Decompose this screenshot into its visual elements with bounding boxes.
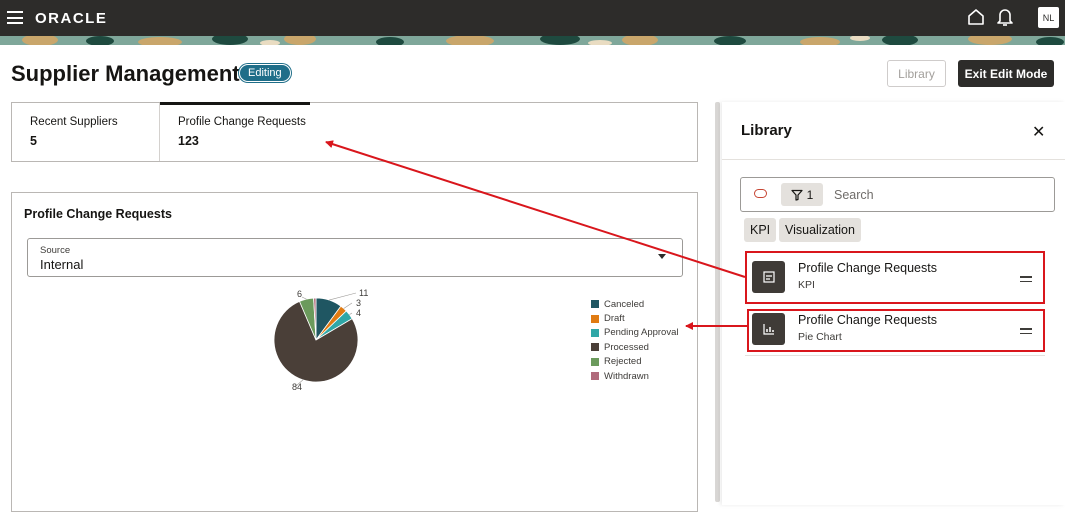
chart-legend: Canceled Draft Pending Approval Processed Re… [591,297,678,383]
search-placeholder[interactable]: Search [834,188,874,202]
app-header: ORACLE NL [0,0,1065,36]
decorative-banner [0,36,1065,45]
legend-item[interactable]: Draft [591,311,678,325]
pie-data-label: 3 [356,298,361,308]
pie-label-leader [343,302,353,309]
scrollbar[interactable] [715,102,720,502]
library-button[interactable]: Library [887,60,946,87]
kpi-label: Recent Suppliers [30,116,118,128]
pie-data-label: 4 [356,308,361,318]
pie-label-leader [349,312,353,315]
user-avatar[interactable]: NL [1038,7,1059,28]
legend-swatch [591,357,599,366]
source-label: Source [40,245,71,256]
oracle-logo: ORACLE [35,10,108,27]
filter-chip[interactable]: 1 [781,183,823,206]
exit-edit-mode-button[interactable]: Exit Edit Mode [958,60,1054,87]
library-title: Library [741,122,792,139]
chip-kpi[interactable]: KPI [744,218,777,242]
legend-item[interactable]: Pending Approval [591,326,678,340]
legend-item[interactable]: Withdrawn [591,369,678,383]
library-search[interactable]: 1 Search [740,177,1055,212]
highlight-box [747,309,1045,352]
kpi-tab-recent-suppliers[interactable]: Recent Suppliers 5 [12,103,160,161]
legend-label: Withdrawn [604,370,649,382]
legend-label: Processed [604,341,649,353]
menu-icon[interactable] [7,11,23,24]
legend-swatch [591,300,599,309]
kpi-label: Profile Change Requests [178,116,306,128]
highlight-box [745,251,1045,304]
legend-swatch [591,343,599,352]
clear-filter-icon[interactable] [754,189,767,198]
filter-icon [791,189,803,201]
source-select[interactable]: Source Internal [27,238,683,277]
pie-label-leader [301,296,307,300]
legend-swatch [591,372,599,381]
chart-card: Profile Change Requests Source Internal … [11,192,698,512]
kpi-value: 123 [178,134,199,148]
source-value: Internal [40,257,84,272]
chip-visualization[interactable]: Visualization [779,218,861,242]
legend-swatch [591,314,599,323]
filter-count: 1 [806,187,814,202]
chevron-down-icon [658,254,666,259]
kpi-value: 5 [30,134,37,148]
divider [722,159,1065,160]
pie-data-label: 11 [359,288,368,298]
legend-item[interactable]: Processed [591,340,678,354]
legend-item[interactable]: Canceled [591,297,678,311]
legend-label: Rejected [604,356,642,368]
legend-label: Pending Approval [604,327,679,339]
page-title: Supplier Management [11,61,240,86]
home-icon[interactable] [967,8,985,26]
legend-item[interactable]: Rejected [591,355,678,369]
pie-data-label: 6 [297,289,302,299]
kpi-card: Recent Suppliers 5 Profile Change Reques… [11,102,698,162]
pie-label-leader [329,292,357,301]
legend-label: Canceled [604,298,645,310]
legend-label: Draft [604,313,625,325]
pie-chart: 1134 84 6 [273,288,368,392]
legend-swatch [591,328,599,337]
kpi-tab-profile-change-requests[interactable]: Profile Change Requests 123 [160,102,310,161]
bell-icon[interactable] [996,7,1014,27]
chart-title: Profile Change Requests [24,207,172,221]
pie-data-label: 84 [292,382,302,392]
close-icon[interactable]: ✕ [1032,122,1045,142]
status-badge: Editing [239,64,291,82]
